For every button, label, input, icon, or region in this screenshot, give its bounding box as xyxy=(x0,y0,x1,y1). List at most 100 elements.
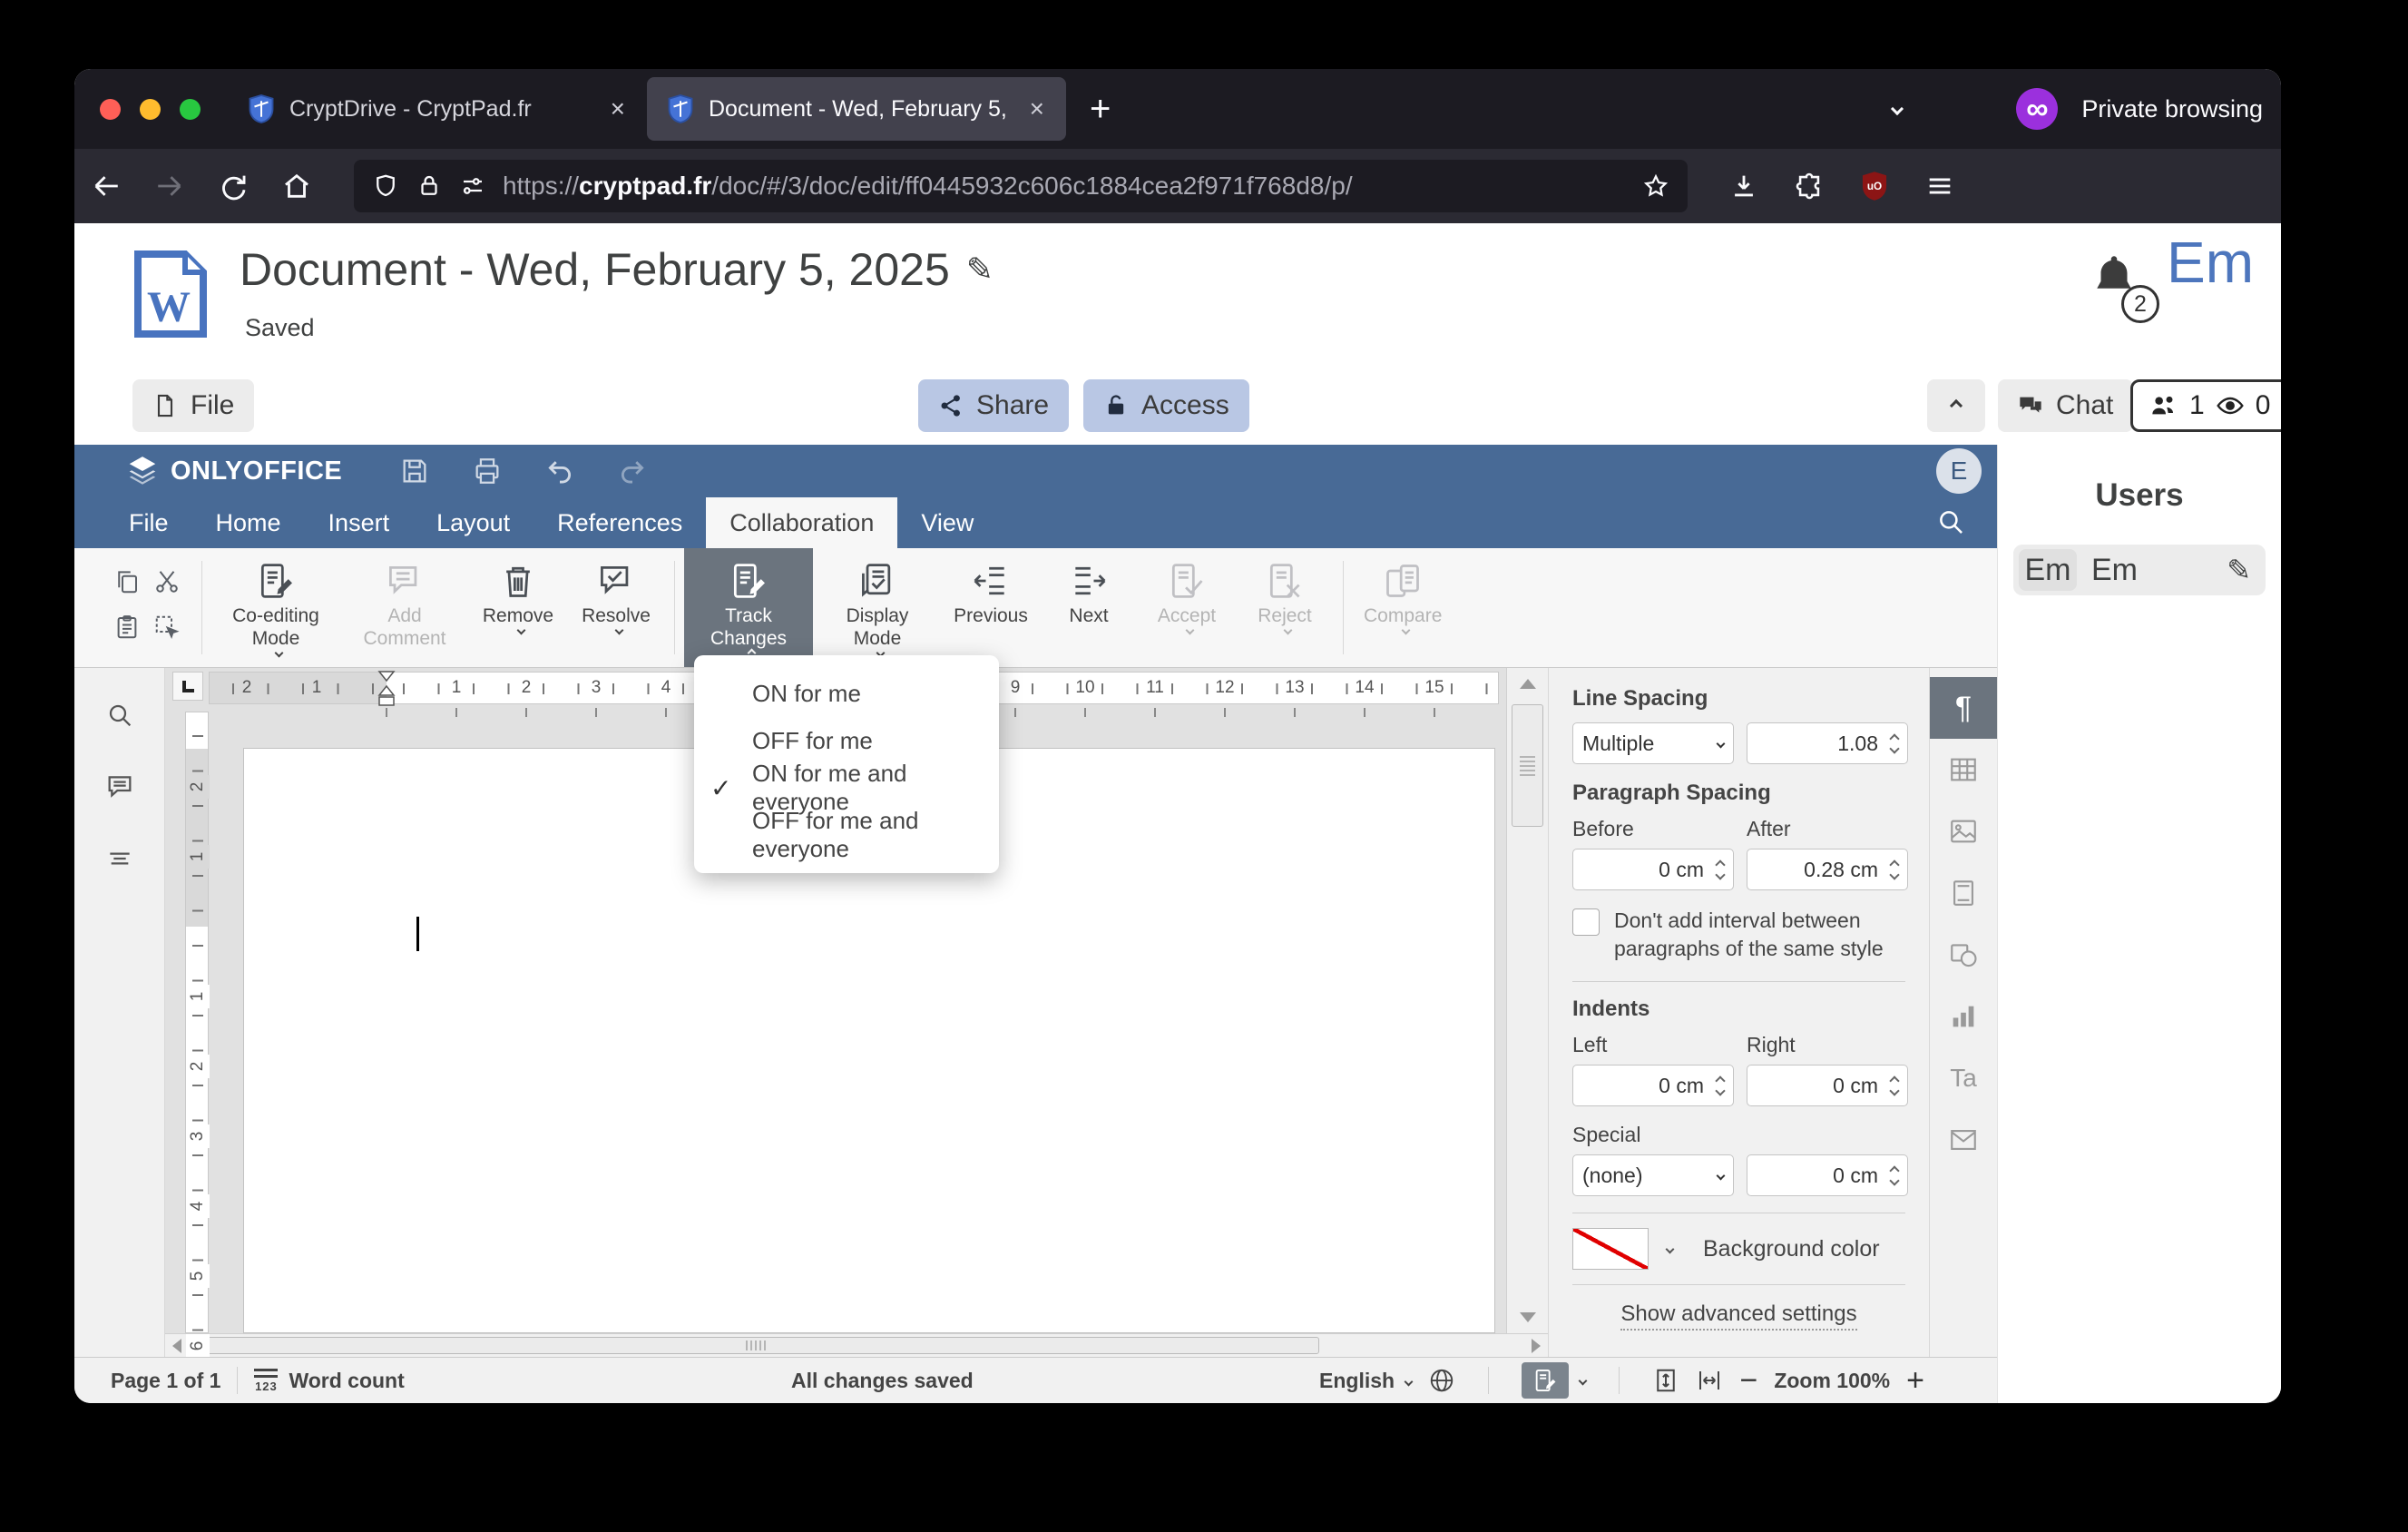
word-count-label[interactable]: Word count xyxy=(289,1369,404,1393)
menu-layout[interactable]: Layout xyxy=(413,497,533,548)
text-art-settings-icon[interactable]: Ta xyxy=(1930,1047,1997,1109)
redo-icon[interactable] xyxy=(596,456,669,486)
list-tabs-chevron-icon[interactable] xyxy=(1891,102,1904,116)
share-button[interactable]: Share xyxy=(918,379,1070,432)
menu-item-off-for-me[interactable]: OFF for me xyxy=(694,717,999,764)
menu-view[interactable]: View xyxy=(897,497,997,548)
zoom-in-button[interactable]: + xyxy=(1906,1363,1924,1399)
horizontal-scrollbar[interactable] xyxy=(165,1333,1548,1357)
tab-close-icon[interactable]: × xyxy=(605,94,631,123)
shield-icon[interactable] xyxy=(372,172,399,200)
find-icon[interactable] xyxy=(105,701,134,734)
line-spacing-value-spinner[interactable]: 1.08 xyxy=(1747,722,1908,764)
zoom-level[interactable]: Zoom 100% xyxy=(1774,1369,1890,1393)
vertical-scroll-thumb[interactable] xyxy=(1512,704,1543,827)
editor-user-avatar[interactable]: E xyxy=(1936,448,1982,494)
track-toggle-chevron[interactable] xyxy=(1579,1376,1588,1385)
edit-user-pencil-icon[interactable]: ✎ xyxy=(2227,553,2251,587)
permissions-icon[interactable] xyxy=(459,172,486,200)
tab-document[interactable]: Document - Wed, February 5, 2( × xyxy=(647,77,1066,141)
scroll-up-arrow[interactable] xyxy=(1520,679,1536,689)
paragraph-settings-icon[interactable]: ¶ xyxy=(1930,677,1997,739)
indent-markers[interactable] xyxy=(377,670,396,713)
account-name[interactable]: Em xyxy=(2167,229,2254,296)
display-mode-button[interactable]: Display Mode xyxy=(813,548,942,667)
new-tab-button[interactable]: + xyxy=(1090,89,1111,130)
navigation-panel-icon[interactable] xyxy=(105,844,134,878)
document-title[interactable]: Document - Wed, February 5, 2025 xyxy=(240,243,950,296)
track-changes-toggle[interactable] xyxy=(1522,1362,1570,1399)
close-window-button[interactable] xyxy=(100,98,121,120)
menu-hamburger-icon[interactable] xyxy=(1916,171,1963,201)
scroll-down-arrow[interactable] xyxy=(1520,1312,1536,1322)
previous-change-button[interactable]: Previous xyxy=(942,548,1040,667)
spacing-after-spinner[interactable]: 0.28 cm xyxy=(1747,849,1908,890)
zoom-out-button[interactable]: − xyxy=(1739,1363,1757,1399)
chat-button[interactable]: Chat xyxy=(1998,379,2134,432)
minimize-window-button[interactable] xyxy=(140,98,161,120)
menu-item-on-for-me-and-everyone[interactable]: ✓ ON for me and everyone xyxy=(694,760,999,815)
undo-icon[interactable] xyxy=(524,456,596,486)
home-button[interactable] xyxy=(265,171,328,201)
reload-button[interactable] xyxy=(201,171,265,201)
select-all-icon[interactable] xyxy=(153,614,181,645)
print-icon[interactable] xyxy=(451,456,524,486)
horizontal-scroll-thumb[interactable] xyxy=(192,1337,1319,1354)
vertical-scrollbar[interactable] xyxy=(1506,668,1548,1333)
fit-width-icon[interactable] xyxy=(1696,1367,1723,1394)
header-footer-settings-icon[interactable] xyxy=(1930,862,1997,924)
tab-stop-selector[interactable] xyxy=(172,672,203,701)
url-text[interactable]: https://cryptpad.fr/doc/#/3/doc/edit/ff0… xyxy=(503,172,1626,201)
page-indicator[interactable]: Page 1 of 1 xyxy=(111,1369,220,1393)
spacing-before-spinner[interactable]: 0 cm xyxy=(1572,849,1734,890)
menu-insert[interactable]: Insert xyxy=(305,497,414,548)
copy-icon[interactable] xyxy=(113,568,141,600)
user-row[interactable]: Em Em ✎ xyxy=(2013,545,2266,595)
file-button[interactable]: File xyxy=(132,379,255,432)
shape-settings-icon[interactable] xyxy=(1930,924,1997,986)
ublock-icon[interactable]: uO xyxy=(1851,171,1898,201)
next-change-button[interactable]: Next xyxy=(1040,548,1138,667)
downloads-icon[interactable] xyxy=(1720,171,1767,201)
maximize-window-button[interactable] xyxy=(180,98,201,120)
tab-cryptdrive[interactable]: CryptDrive - CryptPad.fr × xyxy=(228,77,647,141)
scroll-left-arrow[interactable] xyxy=(172,1339,181,1353)
notification-count-badge[interactable]: 2 xyxy=(2121,285,2159,323)
resolve-comment-button[interactable]: Resolve xyxy=(567,548,665,667)
background-color-swatch[interactable] xyxy=(1572,1228,1649,1270)
line-spacing-select[interactable]: Multiple xyxy=(1572,722,1734,764)
save-icon[interactable] xyxy=(378,456,451,486)
mail-merge-icon[interactable] xyxy=(1930,1109,1997,1171)
special-indent-spinner[interactable]: 0 cm xyxy=(1747,1154,1908,1196)
language-selector[interactable]: English xyxy=(1319,1369,1414,1393)
track-changes-button[interactable]: Track Changes xyxy=(684,548,813,667)
menu-references[interactable]: References xyxy=(533,497,706,548)
indent-right-spinner[interactable]: 0 cm xyxy=(1747,1065,1908,1106)
cut-icon[interactable] xyxy=(153,568,181,600)
fit-page-icon[interactable] xyxy=(1652,1367,1679,1394)
menu-item-off-for-me-and-everyone[interactable]: OFF for me and everyone xyxy=(694,807,999,862)
lock-icon[interactable] xyxy=(416,172,443,200)
presence-pill[interactable]: 1 0 xyxy=(2130,379,2281,432)
show-advanced-settings-link[interactable]: Show advanced settings xyxy=(1572,1301,1905,1331)
bookmark-star-icon[interactable] xyxy=(1642,172,1669,200)
back-button[interactable] xyxy=(74,171,138,201)
editor-search-icon[interactable] xyxy=(1935,506,1966,542)
remove-comment-button[interactable]: Remove xyxy=(469,548,567,667)
background-color-chevron[interactable] xyxy=(1656,1228,1683,1270)
tab-close-icon[interactable]: × xyxy=(1024,94,1050,123)
special-indent-select[interactable]: (none) xyxy=(1572,1154,1734,1196)
forward-button[interactable] xyxy=(138,171,201,201)
image-settings-icon[interactable] xyxy=(1930,800,1997,862)
spellcheck-globe-icon[interactable] xyxy=(1428,1367,1455,1394)
menu-file[interactable]: File xyxy=(105,497,192,548)
menu-home[interactable]: Home xyxy=(192,497,305,548)
url-bar[interactable]: https://cryptpad.fr/doc/#/3/doc/edit/ff0… xyxy=(354,160,1688,212)
edit-title-pencil-icon[interactable]: ✎ xyxy=(966,250,994,289)
indent-left-spinner[interactable]: 0 cm xyxy=(1572,1065,1734,1106)
vertical-ruler[interactable]: 21123456 xyxy=(185,712,210,1357)
menu-collaboration[interactable]: Collaboration xyxy=(706,497,898,548)
paste-icon[interactable] xyxy=(113,614,141,645)
notifications-bell[interactable]: 2 xyxy=(2087,250,2159,323)
extensions-icon[interactable] xyxy=(1786,171,1833,201)
